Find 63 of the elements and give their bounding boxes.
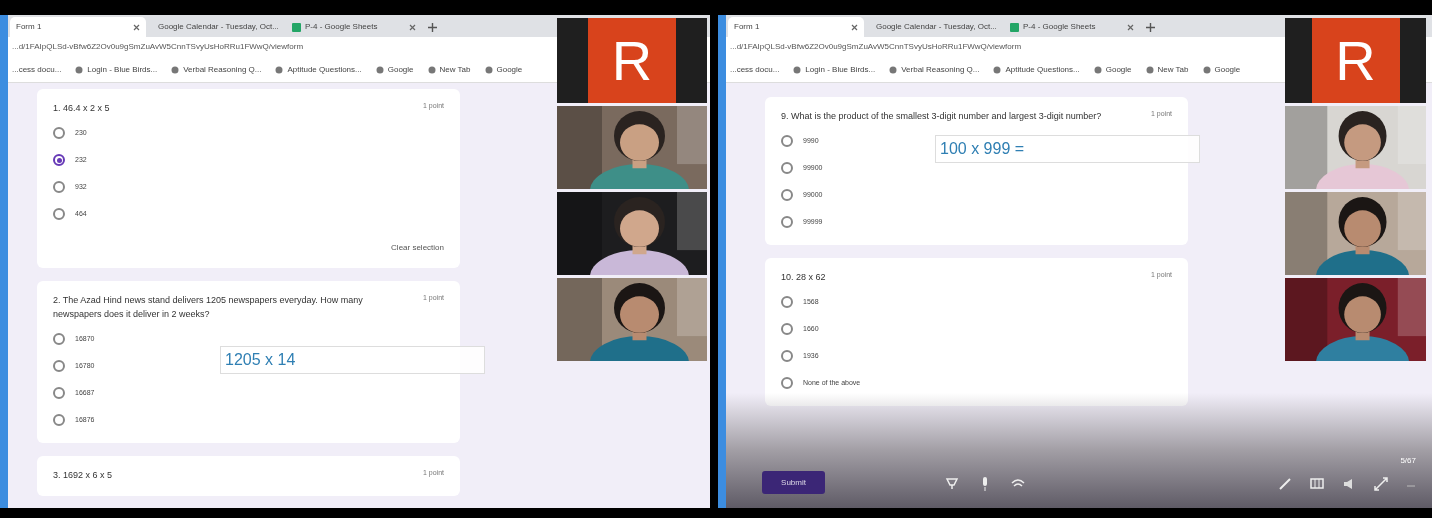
tab-title: Google Calendar - Tuesday, Oct... [158, 21, 279, 33]
tab-title: P-4 - Google Sheets [305, 21, 378, 33]
close-icon [133, 23, 140, 31]
avatar: R [1311, 18, 1400, 103]
tab-title: Form 1 [734, 21, 760, 33]
radio-button[interactable] [53, 208, 65, 220]
grid-icon [1310, 477, 1324, 491]
radio-button[interactable] [53, 127, 65, 139]
radio-button[interactable] [781, 135, 793, 147]
pen-icon [1278, 477, 1292, 491]
bookmark[interactable]: ...cess docu... [730, 63, 780, 76]
browser-tab[interactable]: Form 1 [728, 17, 864, 37]
question-text: 9. What is the product of the smallest 3-digit number and largest 3-digit number? [781, 110, 1102, 123]
bookmark[interactable]: Google [1093, 63, 1132, 76]
clear-selection-link[interactable]: Clear selection [391, 242, 444, 254]
question-text: 10. 28 x 62 [781, 271, 826, 284]
tab-title: Form 1 [16, 21, 42, 33]
radio-button[interactable] [53, 181, 65, 193]
question-text: 2. The Azad Hind news stand delivers 1205 newspapers everyday. How many newspapers does it deliver in 2 weeks? [53, 294, 364, 321]
bookmark[interactable]: Verbal Reasoning Q... [889, 63, 980, 76]
plus-icon [428, 23, 437, 32]
tab-title: P-4 - Google Sheets [1023, 21, 1096, 33]
filter-icon [945, 477, 959, 491]
radio-button[interactable] [781, 162, 793, 174]
bookmark[interactable]: Login - Blue Birds... [793, 63, 876, 76]
browser-tab[interactable]: Form 1 [10, 17, 146, 37]
tab-title: Google Calendar - Tuesday, Oct... [876, 21, 997, 33]
radio-button[interactable] [781, 350, 793, 362]
calculation-input[interactable]: 1205 x 14 [220, 346, 485, 374]
submit-button[interactable]: Submit [762, 471, 825, 494]
calculation-input[interactable]: 100 x 999 = [935, 135, 1200, 163]
sheet-icon [1010, 22, 1019, 32]
bookmark[interactable]: Verbal Reasoning Q... [171, 63, 262, 76]
expand-icon [1374, 477, 1388, 491]
bookmark[interactable]: Google [375, 63, 414, 76]
bookmark[interactable]: Aptitude Questions... [275, 63, 362, 76]
plus-icon [1146, 23, 1155, 32]
bookmark[interactable]: ...cess docu... [12, 63, 62, 76]
bookmark[interactable]: New Tab [427, 63, 471, 76]
bookmark[interactable]: New Tab [1145, 63, 1189, 76]
radio-button[interactable] [781, 377, 793, 389]
bookmark[interactable]: Aptitude Questions... [993, 63, 1080, 76]
radio-button[interactable] [781, 296, 793, 308]
microphone-icon [981, 477, 989, 491]
avatar: R [588, 18, 676, 103]
bookmark[interactable]: Google [484, 63, 523, 76]
close-icon [851, 23, 858, 31]
close-icon [409, 23, 416, 31]
question-text: 1. 46.4 x 2 x 5 [53, 102, 110, 115]
radio-button[interactable] [53, 414, 65, 426]
page-counter: 5/67 [1400, 455, 1416, 467]
bookmark[interactable]: Login - Blue Birds... [75, 63, 158, 76]
radio-button[interactable] [53, 360, 65, 372]
close-icon [1127, 23, 1134, 31]
radio-button[interactable] [781, 189, 793, 201]
sheet-icon [292, 22, 301, 32]
radio-button[interactable] [781, 216, 793, 228]
question-text: 3. 1692 x 6 x 5 [53, 469, 113, 482]
radio-button[interactable] [53, 333, 65, 345]
radio-button[interactable] [53, 387, 65, 399]
bookmark[interactable]: Google [1202, 63, 1241, 76]
radio-button[interactable] [781, 323, 793, 335]
radio-button[interactable] [53, 154, 65, 166]
